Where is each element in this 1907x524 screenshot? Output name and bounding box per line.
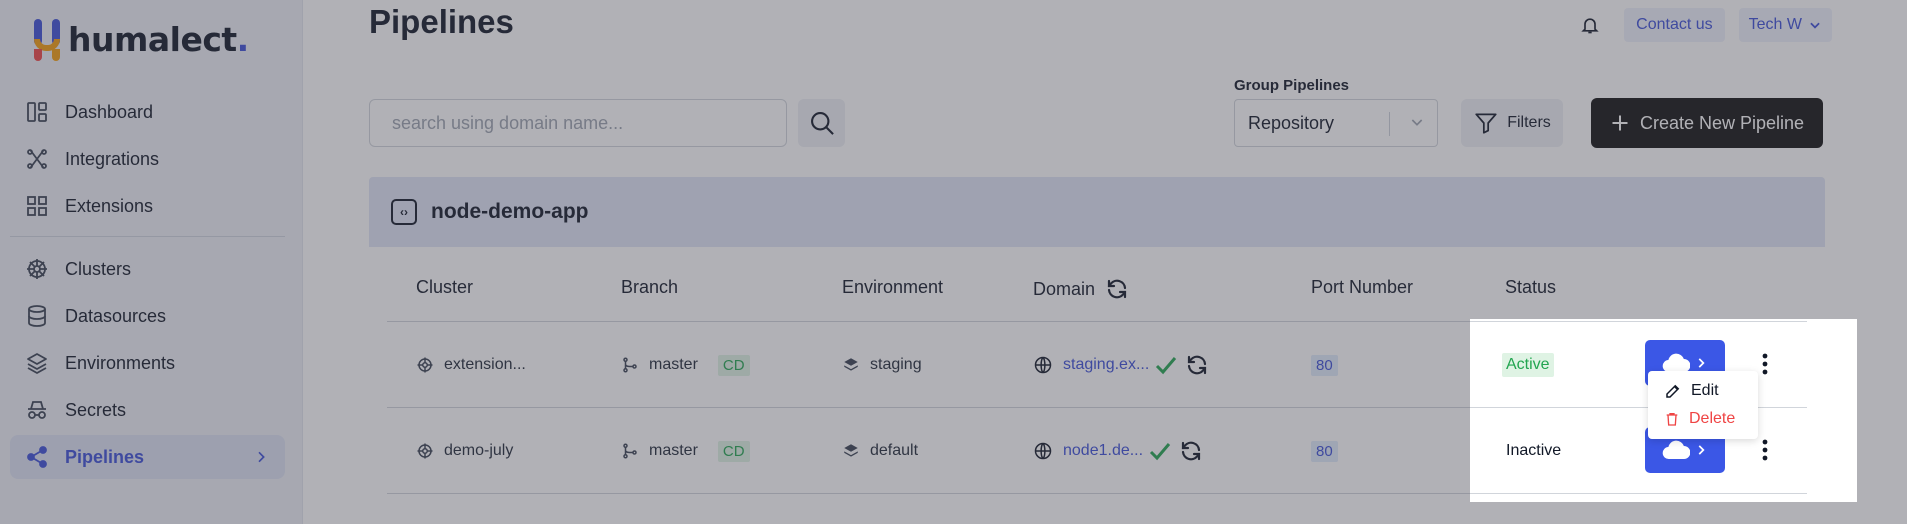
chevron-right-icon (1694, 443, 1708, 457)
trash-icon (1664, 410, 1680, 428)
status-badge-active: Active (1502, 353, 1554, 377)
status-badge-inactive: Inactive (1506, 442, 1562, 459)
edit-menu-item[interactable]: Edit (1648, 377, 1758, 405)
row-actions-menu: Edit Delete (1648, 371, 1758, 439)
delete-label: Delete (1689, 410, 1736, 427)
cloud-icon (1662, 439, 1690, 461)
more-options-icon[interactable] (1755, 430, 1775, 470)
modal-overlay[interactable] (0, 502, 1907, 524)
chevron-right-icon (1694, 356, 1708, 370)
more-options-icon[interactable] (1755, 344, 1775, 384)
edit-label: Edit (1691, 382, 1719, 399)
pencil-icon (1664, 382, 1682, 400)
modal-overlay[interactable] (0, 0, 1907, 319)
modal-overlay[interactable] (1857, 319, 1907, 502)
modal-overlay[interactable] (0, 319, 1470, 502)
delete-menu-item[interactable]: Delete (1648, 405, 1758, 433)
